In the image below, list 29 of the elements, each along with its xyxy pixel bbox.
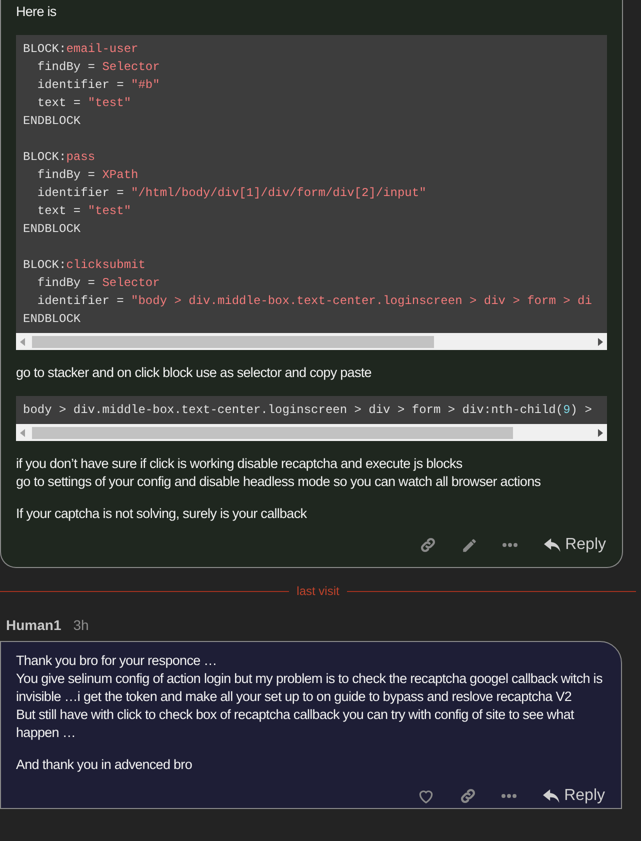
code-block: body > div.middle-box.text-center.loginscreen > div > form > div:nth-child(9) >	[16, 396, 607, 424]
more-button[interactable]	[499, 791, 520, 801]
pencil-icon	[461, 536, 478, 554]
author-name[interactable]: Human1	[6, 615, 62, 636]
more-icon	[502, 542, 518, 548]
paragraph: If your captcha is not solving, surely is your callback	[16, 505, 308, 523]
heart-icon	[417, 788, 436, 804]
link-icon	[459, 787, 478, 805]
paragraph: And thank you in advenced bro	[16, 756, 193, 774]
reply-button[interactable]: Reply	[543, 784, 605, 808]
paragraph: go to stacker and on click block use as selector and copy paste	[16, 364, 372, 382]
paragraph: Thank you bro for your responce … You give selinum config of action login but my problem is to check the recaptcha googel callback witch is invisible …i get the token and make all your set up to on guide to bypass and reslove recaptcha V2 But still have with click to check box of recaptcha callback you can try with config of site to see what happen …	[16, 652, 604, 742]
paragraph: Here is	[16, 3, 58, 21]
more-button[interactable]	[500, 540, 520, 550]
horizontal-scrollbar[interactable]	[16, 333, 607, 350]
reply-button[interactable]: Reply	[544, 533, 606, 557]
last-visit-label: last visit	[296, 585, 340, 597]
scrollbar-thumb[interactable]	[32, 426, 513, 438]
more-icon	[501, 793, 518, 799]
scroll-right-icon[interactable]	[597, 428, 603, 436]
post-time[interactable]: 3h	[73, 615, 89, 636]
reply-arrow-icon	[544, 538, 562, 552]
horizontal-scrollbar[interactable]	[16, 424, 607, 441]
reply-arrow-icon	[543, 788, 560, 804]
link-icon	[419, 536, 438, 554]
code-block: BLOCK:email-user findBy = Selector identifier = "#b" text = "test" ENDBLOCK BLOCK:pass findBy = XPath identifier = "/html/body/div[1]/div/form/div[2]/input" text = "test" ENDBLOCK BLOCK:clicksubmit findBy = Selector identifier = "body > div.middle-box.text-center.loginscreen > div > form > di ENDBLOCK	[16, 35, 607, 333]
scrollbar-thumb[interactable]	[32, 336, 434, 348]
scroll-right-icon[interactable]	[597, 338, 603, 346]
paragraph: if you don’t have sure if click is working disable recaptcha and execute js blocks go to settings of your config and disable headless mode so you can watch all browser actions	[16, 455, 542, 491]
